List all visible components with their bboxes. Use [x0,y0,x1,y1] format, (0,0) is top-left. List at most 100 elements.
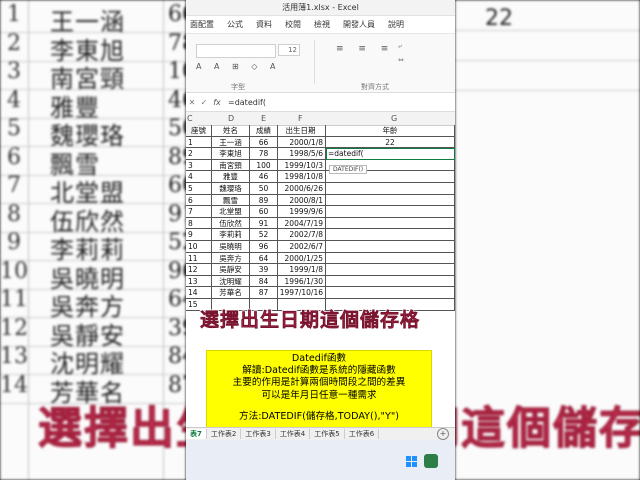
cell-birth[interactable]: 1999/10/3 [278,159,326,172]
cell-birth[interactable]: 1998/5/6 [278,148,326,160]
cancel-icon[interactable]: ✕ [186,98,198,107]
cell-name[interactable]: 吳靜安 [212,264,250,276]
font-format-buttons[interactable]: A A ⊞ ◇ A [196,62,280,71]
tab-developer[interactable]: 開發人員 [342,18,376,31]
cell-age[interactable] [326,229,455,241]
alignment-buttons[interactable]: ≡ ≡ ≡ [336,44,394,54]
cell-seat[interactable]: 9 [186,229,212,241]
font-size-dropdown[interactable]: 12 [278,44,300,56]
cell-seat[interactable]: 1 [186,136,212,149]
cell-seat[interactable]: 3 [186,159,212,172]
cell-seat[interactable]: 6 [186,194,212,207]
sheet-tab[interactable]: 工作表2 [207,429,242,439]
cell-birth[interactable]: 2000/1/8 [278,136,326,149]
tab-page-layout[interactable]: 面配置 [189,18,215,31]
cell-birth[interactable]: 2002/7/8 [278,229,326,241]
cell-seat[interactable]: 4 [186,171,212,183]
cell-seat[interactable]: 2 [186,148,212,160]
cell-score[interactable]: 96 [250,241,278,253]
cell-score[interactable]: 84 [250,275,278,288]
cell-name[interactable]: 吳奔方 [212,252,250,265]
cell-score[interactable]: 60 [250,206,278,218]
cell-age[interactable] [326,287,455,299]
cell-seat[interactable]: 10 [186,241,212,253]
cell-birth[interactable]: 1996/1/30 [278,275,326,288]
cell-birth[interactable]: 2004/7/19 [278,217,326,230]
cell-age[interactable]: =datedif( [326,148,455,160]
header-name[interactable]: 姓名 [212,125,250,137]
cell-age[interactable] [326,275,455,288]
cell-score[interactable]: 100 [250,159,278,172]
column-header-e[interactable]: E [261,114,266,123]
windows-start-icon[interactable] [406,456,418,468]
column-header-c[interactable]: C [187,114,193,123]
header-age[interactable]: 年齡 [326,125,455,137]
enter-icon[interactable]: ✓ [198,98,210,107]
cell-score[interactable]: 46 [250,171,278,183]
cell-birth[interactable]: 2000/6/26 [278,183,326,195]
cell-birth[interactable]: 1998/10/8 [278,171,326,183]
header-birth[interactable]: 出生日期 [278,125,326,137]
cell-score[interactable]: 52 [250,229,278,241]
cell-name[interactable]: 芳華名 [212,287,250,299]
cell-seat[interactable]: 14 [186,287,212,299]
cell-seat[interactable]: 11 [186,252,212,265]
cell-birth[interactable]: 2000/1/25 [278,252,326,265]
cell-age[interactable]: 22 [326,136,455,149]
cell-name[interactable]: 南宮頸 [212,159,250,172]
cell-seat[interactable]: 7 [186,206,212,218]
cell-score[interactable]: 91 [250,217,278,230]
tab-data[interactable]: 資料 [255,18,273,31]
column-header-f[interactable]: F [298,114,303,123]
cell-score[interactable]: 87 [250,287,278,299]
cell-seat[interactable]: 13 [186,275,212,288]
cell-seat[interactable]: 12 [186,264,212,276]
cell-name[interactable]: 北堂盟 [212,206,250,218]
cell-birth[interactable]: 1999/1/8 [278,264,326,276]
formula-input[interactable]: =datedif( [224,98,266,107]
cell-score[interactable]: 78 [250,148,278,160]
cell-age[interactable] [326,217,455,230]
tab-review[interactable]: 校閱 [284,18,302,31]
cell-age[interactable] [326,252,455,265]
cell-name[interactable]: 沈明耀 [212,275,250,288]
add-sheet-button[interactable]: + [437,428,449,440]
sheet-tab[interactable]: 工作表3 [241,429,276,439]
tab-view[interactable]: 檢視 [313,18,331,31]
column-header-g[interactable]: G [391,114,397,123]
cell-name[interactable]: 吳曉明 [212,241,250,253]
cell-birth[interactable]: 1997/10/16 [278,287,326,299]
merge-center-icon[interactable]: ⇔ [398,56,404,64]
cell-name[interactable]: 魏瓔珞 [212,183,250,195]
cell-name[interactable]: 伍欣然 [212,217,250,230]
cell-score[interactable]: 50 [250,183,278,195]
sheet-tab[interactable]: 工作表5 [310,429,345,439]
sheet-tab[interactable]: 表7 [186,429,207,439]
cell-score[interactable]: 64 [250,252,278,265]
font-name-dropdown[interactable] [196,44,276,58]
cell-name[interactable]: 飄雪 [212,194,250,207]
column-header-d[interactable]: D [228,114,234,123]
excel-taskbar-icon[interactable] [424,454,438,468]
wrap-text-icon[interactable]: ⤶ [398,42,402,51]
cell-name[interactable]: 王一涵 [212,136,250,149]
cell-birth[interactable]: 2000/8/1 [278,194,326,207]
cell-age[interactable] [326,264,455,276]
cell-seat[interactable]: 5 [186,183,212,195]
sheet-tab[interactable]: 工作表6 [345,429,380,439]
cell-age[interactable] [326,183,455,195]
header-seat[interactable]: 座號 [186,125,212,137]
cell-score[interactable]: 39 [250,264,278,276]
cell-score[interactable]: 89 [250,194,278,207]
insert-function-icon[interactable]: fx [210,98,224,107]
header-score[interactable]: 成績 [250,125,278,137]
cell-name[interactable]: 雅豐 [212,171,250,183]
cell-age[interactable] [326,206,455,218]
tab-help[interactable]: 說明 [387,18,405,31]
cell-score[interactable]: 66 [250,136,278,149]
tab-formulas[interactable]: 公式 [226,18,244,31]
cell-age[interactable] [326,241,455,253]
sheet-tab[interactable]: 工作表4 [276,429,311,439]
cell-birth[interactable]: 2002/6/7 [278,241,326,253]
cell-birth[interactable]: 1999/9/6 [278,206,326,218]
